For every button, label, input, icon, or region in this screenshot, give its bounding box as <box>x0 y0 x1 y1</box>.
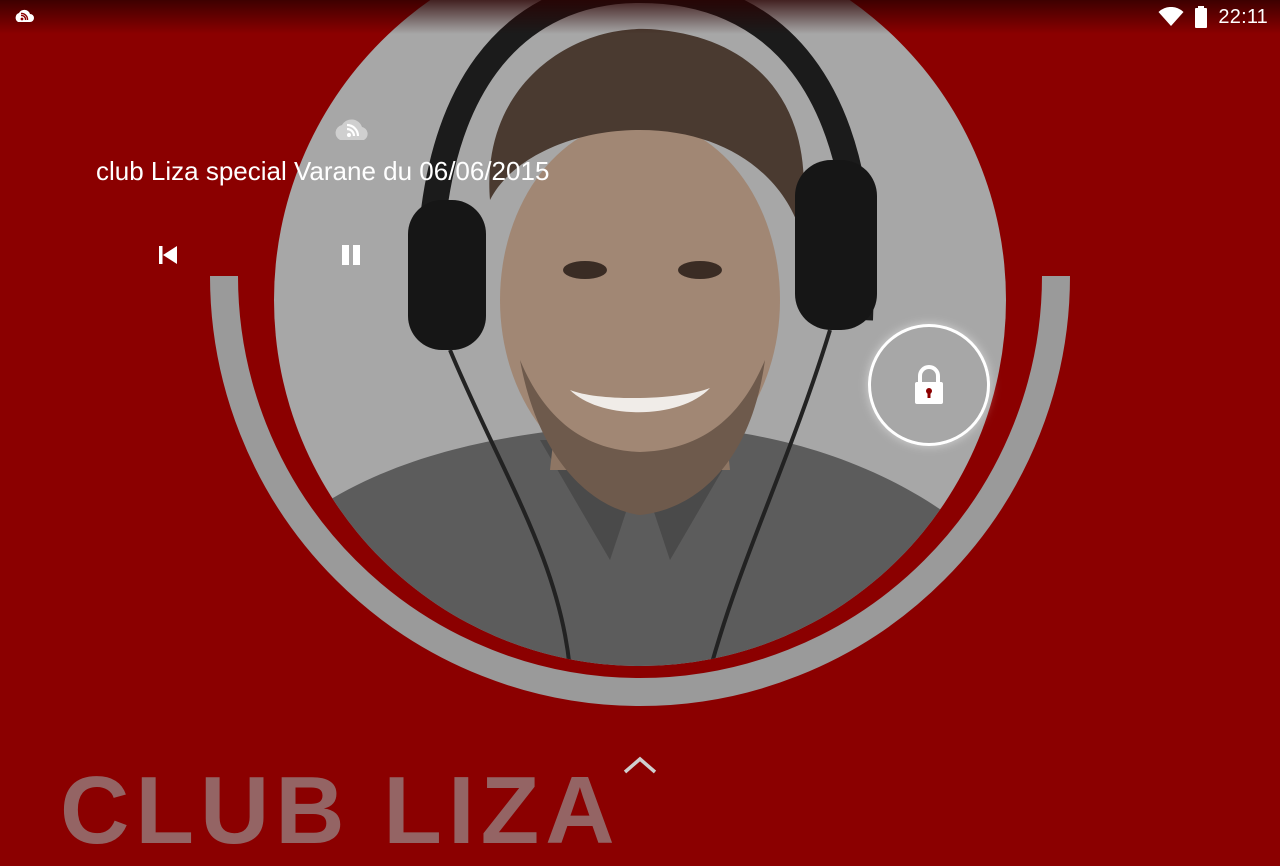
pause-button[interactable] <box>327 231 375 279</box>
lock-icon <box>915 365 943 404</box>
podcast-app-icon <box>15 9 35 22</box>
wifi-icon <box>1158 7 1184 26</box>
podcast-cloud-icon <box>335 119 368 140</box>
status-right-group: 22:11 <box>1158 5 1268 29</box>
status-clock: 22:11 <box>1218 5 1268 28</box>
chevron-up-icon[interactable] <box>622 754 658 776</box>
skip-previous-icon <box>159 246 177 264</box>
track-title: club Liza special Varane du 06/06/2015 <box>96 156 550 186</box>
previous-track-button[interactable] <box>144 231 192 279</box>
status-bar: 22:11 <box>0 0 1280 34</box>
pause-icon <box>342 245 360 265</box>
battery-icon <box>1195 6 1208 28</box>
brand-wordmark: CLUB LIZA <box>60 757 621 864</box>
host-photo <box>274 0 1006 666</box>
unlock-button[interactable] <box>868 324 990 446</box>
